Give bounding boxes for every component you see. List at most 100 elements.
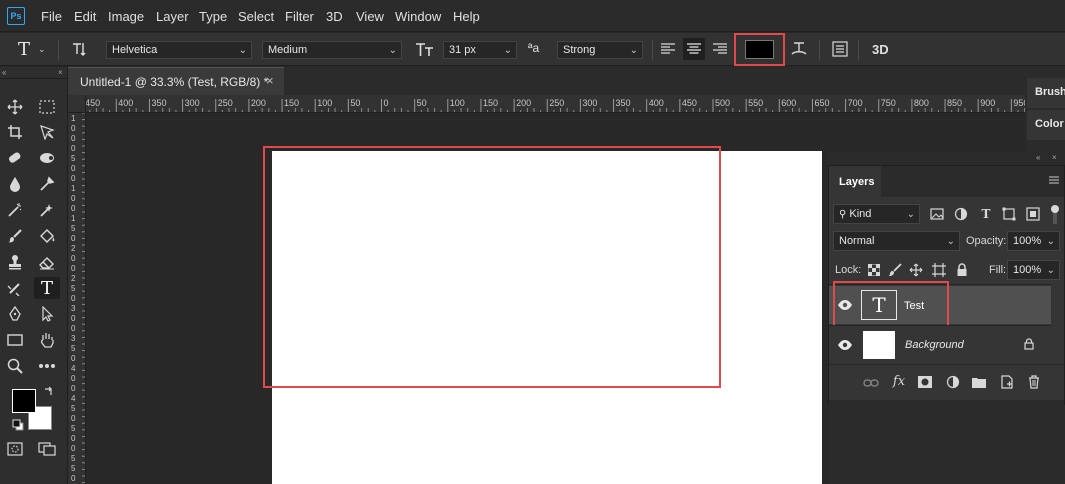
crop-tool-icon[interactable] (2, 121, 28, 143)
ruler-origin[interactable] (68, 95, 86, 113)
menu-window[interactable]: Window (395, 9, 441, 24)
hand-tool-icon[interactable] (34, 329, 60, 351)
warp-text-icon[interactable] (789, 39, 809, 59)
menu-3d[interactable]: 3D (326, 9, 343, 24)
lock-position-icon[interactable] (907, 261, 925, 279)
zoom-tool-icon[interactable] (2, 355, 28, 377)
layer-name[interactable]: Background (905, 339, 964, 351)
fill-input[interactable]: 100% ⌄ (1007, 260, 1060, 280)
menu-view[interactable]: View (356, 9, 384, 24)
filter-type-layer-icon[interactable]: T (977, 205, 995, 223)
filter-smart-object-icon[interactable] (1024, 205, 1042, 223)
lasso-tool-icon[interactable] (34, 121, 60, 143)
menu-edit[interactable]: Edit (74, 9, 96, 24)
tool-preset-chevron-icon[interactable]: ⌄ (38, 44, 46, 55)
add-layer-mask-icon[interactable] (916, 373, 934, 391)
clone-stamp-tool-icon[interactable] (2, 251, 28, 273)
type-tool-icon[interactable]: T (34, 277, 60, 299)
menu-select[interactable]: Select (238, 9, 274, 24)
document-tab[interactable]: Untitled-1 @ 33.3% (Test, RGB/8) * × (68, 67, 284, 95)
pen-tool-icon[interactable] (2, 303, 28, 325)
screen-mode-icon[interactable] (34, 438, 60, 460)
align-left-icon[interactable] (659, 40, 677, 58)
close-toolbar-icon[interactable]: × (58, 68, 63, 77)
align-center-icon[interactable] (683, 38, 705, 60)
collapse-panel-icon[interactable]: « (1036, 153, 1040, 162)
menu-image[interactable]: Image (108, 9, 144, 24)
link-layers-icon[interactable] (862, 374, 880, 392)
chevron-down-icon: ⌄ (946, 236, 955, 247)
antialias-select[interactable]: Strong ⌄ (557, 41, 643, 59)
delete-layer-trash-icon[interactable] (1025, 373, 1043, 391)
menu-type[interactable]: Type (199, 9, 227, 24)
new-adjustment-layer-icon[interactable] (944, 373, 962, 391)
font-family-select[interactable]: Helvetica ⌄ (106, 41, 252, 59)
ruler-label: 5 (71, 284, 76, 293)
more-tools-icon[interactable] (34, 355, 60, 377)
blend-mode-select[interactable]: Normal ⌄ (833, 231, 960, 251)
close-panel-icon[interactable]: × (1052, 153, 1057, 162)
font-size-select[interactable]: 31 px ⌄ (443, 41, 517, 59)
panel-menu-icon[interactable] (1048, 174, 1060, 186)
healing-brush-tool-icon[interactable] (2, 147, 28, 169)
marquee-tool-icon[interactable] (34, 96, 60, 118)
brush-tool-icon[interactable] (2, 225, 28, 247)
horizontal-ruler[interactable]: 5004504003503002502001501005005010015020… (68, 95, 1025, 113)
fill-label: Fill: (989, 264, 1007, 276)
default-colors-icon[interactable] (12, 419, 24, 431)
filter-pixel-layer-icon[interactable] (928, 205, 946, 223)
eraser-tool-icon[interactable] (34, 251, 60, 273)
lock-all-icon[interactable] (953, 261, 971, 279)
ruler-label: 1 (71, 114, 76, 123)
swap-colors-icon[interactable] (43, 385, 55, 397)
move-tool-icon[interactable] (2, 96, 28, 118)
character-panel-icon[interactable] (831, 40, 849, 58)
ruler-label: 2 (71, 244, 76, 253)
filter-adjustment-layer-icon[interactable] (952, 205, 970, 223)
filter-toggle-switch[interactable] (1050, 204, 1060, 224)
eye-visibility-icon[interactable] (837, 339, 853, 354)
lock-image-pixels-icon[interactable] (886, 261, 904, 279)
layer-row-background[interactable]: Background (829, 325, 1051, 363)
3d-button[interactable]: 3D (872, 42, 889, 57)
magic-wand-tool-icon[interactable] (2, 199, 28, 221)
layer-filter-kind-select[interactable]: ⚲ Kind ⌄ (833, 204, 920, 224)
filter-shape-layer-icon[interactable] (1000, 205, 1018, 223)
rectangle-tool-icon[interactable] (2, 329, 28, 351)
color-panel-tab[interactable]: Color (1027, 110, 1065, 140)
ruler-label: 100 (317, 98, 332, 108)
new-group-folder-icon[interactable] (970, 373, 988, 391)
vertical-ruler[interactable]: 1000500100150200250300350400450500550 (68, 113, 86, 484)
brush-panel-tab[interactable]: Brush (1027, 78, 1065, 108)
gradient-tool-icon[interactable] (2, 277, 28, 299)
menu-layer[interactable]: Layer (156, 9, 189, 24)
new-layer-icon[interactable] (998, 373, 1016, 391)
blur-tool-icon[interactable] (2, 173, 28, 195)
layers-panel-tab[interactable]: Layers (829, 166, 881, 197)
collapse-toolbar-icon[interactable]: « (2, 68, 6, 77)
type-tool-preset-icon[interactable]: T (18, 39, 30, 60)
eyedropper-tool-icon[interactable] (34, 173, 60, 195)
quick-selection-tool-icon[interactable] (34, 147, 60, 169)
font-style-select[interactable]: Medium ⌄ (262, 41, 402, 59)
text-orientation-icon[interactable] (70, 41, 90, 60)
lock-artboard-icon[interactable] (930, 261, 948, 279)
menu-help[interactable]: Help (453, 9, 480, 24)
layer-style-fx-icon[interactable]: fx (890, 372, 908, 390)
chevron-down-icon: ⌄ (1046, 236, 1055, 247)
opacity-input[interactable]: 100% ⌄ (1007, 231, 1060, 251)
color-replacement-tool-icon[interactable] (34, 199, 60, 221)
menu-file[interactable]: File (41, 9, 62, 24)
align-right-icon[interactable] (711, 40, 729, 58)
paint-bucket-tool-icon[interactable] (34, 225, 60, 247)
foreground-color-swatch[interactable] (12, 389, 36, 413)
ruler-label: 0 (71, 294, 76, 303)
opacity-value: 100% (1013, 235, 1042, 247)
lock-transparent-pixels-icon[interactable] (865, 261, 883, 279)
close-tab-icon[interactable]: × (266, 73, 274, 88)
path-selection-tool-icon[interactable] (34, 303, 60, 325)
text-color-swatch[interactable] (745, 40, 774, 59)
menu-filter[interactable]: Filter (285, 9, 314, 24)
ruler-label: 0 (71, 204, 76, 213)
quick-mask-icon[interactable] (2, 438, 28, 460)
